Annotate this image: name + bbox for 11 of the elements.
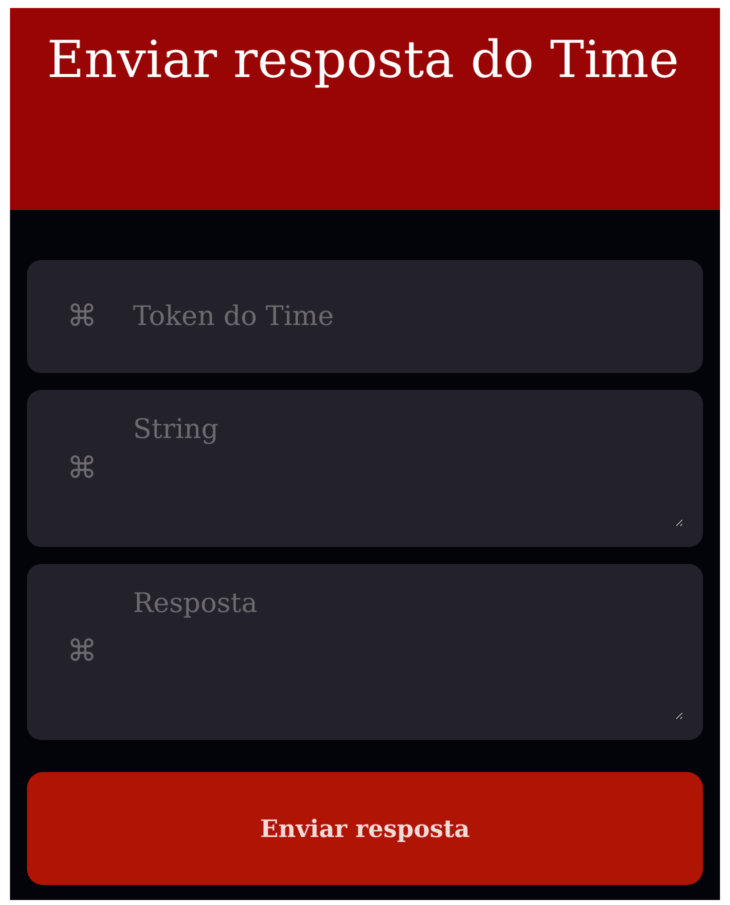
command-icon: ⌘ xyxy=(65,637,99,667)
text-area[interactable]: String xyxy=(133,412,683,527)
text-area-field[interactable]: ⌘ Resposta xyxy=(27,564,703,740)
text-area[interactable]: Resposta xyxy=(133,586,683,720)
token-field[interactable]: ⌘ Token do Time xyxy=(27,260,703,373)
text-area-field[interactable]: ⌘ String xyxy=(27,390,703,547)
command-icon: ⌘ xyxy=(65,454,99,484)
submit-button[interactable]: Enviar resposta xyxy=(27,772,703,885)
page-title: Enviar resposta do Time xyxy=(47,30,680,92)
token-input[interactable]: Token do Time xyxy=(133,301,703,332)
command-icon: ⌘ xyxy=(65,302,99,332)
